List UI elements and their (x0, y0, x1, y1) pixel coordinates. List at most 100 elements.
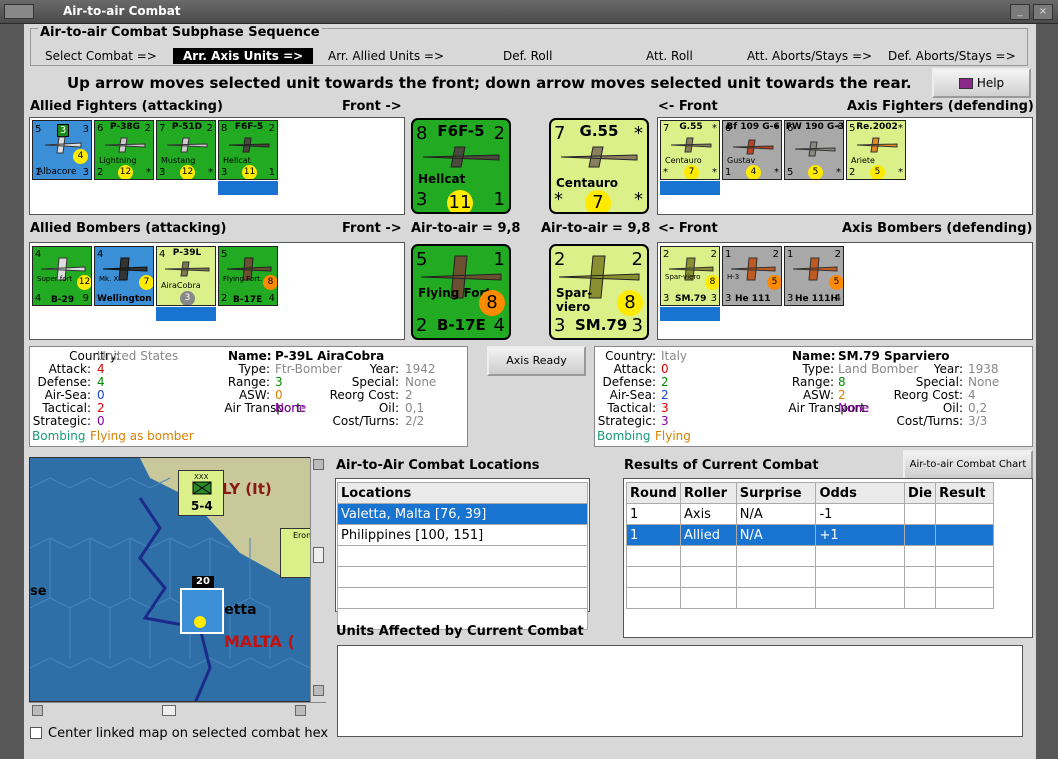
step-def-aborts: Def. Aborts/Stays => (888, 49, 1016, 63)
scroll-thumb[interactable] (162, 705, 176, 716)
allied-fighter-unit[interactable]: 5 3 3 4 Albacore 1 3 (32, 120, 92, 180)
allied-fighter-unit[interactable]: 7 P-51D 2 Mustang 12 3 * (156, 120, 216, 180)
locations-title: Air-to-Air Combat Locations (336, 458, 540, 473)
center-map-label: Center linked map on selected combat hex (48, 726, 329, 741)
step-arr-axis-units: Arr. Axis Units => (173, 48, 314, 64)
map-corps-counter[interactable]: XXX 5-4 (178, 470, 224, 516)
center-map-checkbox[interactable] (30, 727, 42, 739)
table-row[interactable]: 1 Axis N/A -1 (626, 503, 994, 525)
col-roller: Roller (679, 482, 737, 504)
axis-fighters-front: <- Front (658, 99, 718, 114)
axis-lead-fighter[interactable]: 7 G.55 * Centauro 7 * * (549, 118, 649, 214)
allied-bombers-label: Allied Bombers (attacking) (30, 221, 227, 236)
allied-bomber-unit[interactable]: 4 P-39L AiraCobra 3 (156, 246, 216, 306)
allied-fighter-unit[interactable]: 8 F6F-5 2 Hellcat 11 3 1 (218, 120, 278, 180)
step-att-roll: Att. Roll (646, 49, 693, 63)
allied-fighter-unit[interactable]: 6 P-38G 2 Lightning 12 2 * (94, 120, 154, 180)
location-row[interactable] (337, 587, 588, 609)
affected-title: Units Affected by Current Combat (336, 624, 584, 639)
allied-bomber-unit[interactable]: 4 Super fort 12 B-29 4 9 (32, 246, 92, 306)
col-round: Round (626, 482, 681, 504)
axis-air-to-air-value: Air-to-air = 9,8 (541, 221, 651, 236)
aircraft-silhouette-icon (104, 137, 146, 153)
map-horizontal-scrollbar[interactable] (29, 702, 326, 718)
axis-bombers-front: <- Front (658, 221, 718, 236)
results-title: Results of Current Combat (624, 458, 819, 473)
table-row[interactable] (626, 587, 994, 609)
aircraft-silhouette-icon (560, 146, 638, 168)
location-row[interactable]: Valetta, Malta [76, 39] (337, 503, 588, 525)
unit-strength-icon (194, 616, 206, 628)
allied-fighters-label: Allied Fighters (attacking) (30, 99, 223, 114)
allied-fighters-front: Front -> (342, 99, 402, 114)
air-combat-chart-button[interactable]: Air-to-air Combat Chart (903, 450, 1033, 480)
aircraft-silhouette-icon (422, 146, 500, 168)
axis-fighter-unit[interactable]: 5 Re.2002 * Ariete 5 2 * (846, 120, 906, 180)
selected-unit-marker (156, 307, 216, 321)
location-row[interactable]: Philippines [100, 151] (337, 524, 588, 546)
help-button[interactable]: Help (932, 68, 1031, 98)
step-att-aborts: Att. Aborts/Stays => (747, 49, 873, 63)
axis-fighter-unit[interactable]: 6 Bf 109 G-6 * Gustav 4 1 * (722, 120, 782, 180)
map-air-unit-counter[interactable] (180, 588, 224, 634)
close-icon[interactable]: × (1033, 4, 1053, 20)
axis-bomber-unit[interactable]: 1 2 5 3 He 111H 4 (784, 246, 844, 306)
sequence-title: Air-to-air Combat Subphase Sequence (38, 25, 322, 40)
aircraft-silhouette-icon (164, 261, 210, 277)
results-panel: Round Roller Surprise Odds Die Result 1A… (623, 478, 1033, 638)
map-vertical-scrollbar[interactable] (310, 457, 326, 702)
table-row[interactable] (626, 566, 994, 588)
step-arr-allied-units: Arr. Allied Units => (328, 49, 445, 63)
table-row[interactable] (626, 545, 994, 567)
location-row[interactable] (337, 566, 588, 588)
aircraft-silhouette-icon (670, 137, 712, 153)
map-stack-count: 20 (192, 576, 214, 588)
aircraft-silhouette-icon (794, 141, 836, 157)
location-row[interactable] (337, 545, 588, 567)
axis-ready-button[interactable]: Axis Ready (487, 346, 586, 376)
minimize-icon[interactable]: _ (1010, 4, 1030, 20)
affected-units-list (337, 645, 1023, 737)
linked-map[interactable]: LY (It) aletta MALTA ( se XXX 5-4 20 Ero… (29, 457, 326, 702)
map-label-malta: MALTA ( (224, 632, 295, 651)
help-book-icon (958, 78, 973, 89)
step-def-roll: Def. Roll (503, 49, 553, 63)
axis-fighter-unit[interactable]: 6 FW 190 G-3 * 5 5 * (784, 120, 844, 180)
title-bar: Air-to-air Combat _ × (0, 0, 1058, 24)
selected-unit-marker (218, 181, 278, 195)
scroll-right-icon[interactable] (295, 705, 306, 716)
window-menu-icon[interactable] (4, 4, 34, 19)
scroll-thumb[interactable] (313, 547, 324, 563)
axis-fighter-unit[interactable]: 7 G.55 * Centauro 7 * * (660, 120, 720, 180)
axis-bomber-unit[interactable]: 1 2 H-3 5 3 He 111 3 (722, 246, 782, 306)
axis-bomber-unit[interactable]: 2 2 Spar-viero 8 3 SM.79 3 (660, 246, 720, 306)
locations-header: Locations (337, 482, 588, 504)
scroll-down-icon[interactable] (313, 685, 324, 696)
left-border (0, 24, 24, 759)
col-die: Die (904, 482, 937, 504)
table-row[interactable]: 1 Allied N/A +1 (626, 524, 994, 546)
aircraft-silhouette-icon (166, 137, 208, 153)
axis-lead-bomber[interactable]: 2 2 Spar-viero 8 3 SM.79 3 (549, 244, 649, 340)
axis-fighters-label: Axis Fighters (defending) (847, 99, 1034, 114)
aircraft-silhouette-icon (856, 137, 898, 153)
aircraft-silhouette-icon (732, 139, 774, 155)
window-title: Air-to-air Combat (63, 4, 181, 18)
allied-lead-bomber[interactable]: 5 1 Flying Fort. 8 2 B-17E 4 (411, 244, 511, 340)
col-surprise: Surprise (735, 482, 817, 504)
allied-air-to-air-value: Air-to-air = 9,8 (411, 221, 521, 236)
allied-bomber-unit[interactable]: 4 Mk. X 7 Wellington 1 (94, 246, 154, 306)
axis-unit-info: Country: Italy Name: SM.79 Sparviero Att… (594, 346, 1033, 447)
selected-unit-marker (660, 307, 720, 321)
allied-bombers-front: Front -> (342, 221, 402, 236)
scroll-up-icon[interactable] (313, 459, 324, 470)
map-label-se: se (30, 584, 47, 599)
scroll-left-icon[interactable] (32, 705, 43, 716)
aircraft-silhouette-icon (228, 137, 270, 153)
allied-unit-info: Country: United States Name: P-39L AiraC… (29, 346, 468, 447)
allied-lead-fighter[interactable]: 8 F6F-5 2 Hellcat 11 3 1 (411, 118, 511, 214)
results-table: Round Roller Surprise Odds Die Result 1A… (626, 482, 994, 609)
allied-bomber-unit[interactable]: 5 Flying Fort. 8 B-17E 2 4 (218, 246, 278, 306)
right-border (1036, 24, 1058, 759)
axis-bombers-label: Axis Bombers (defending) (842, 221, 1033, 236)
